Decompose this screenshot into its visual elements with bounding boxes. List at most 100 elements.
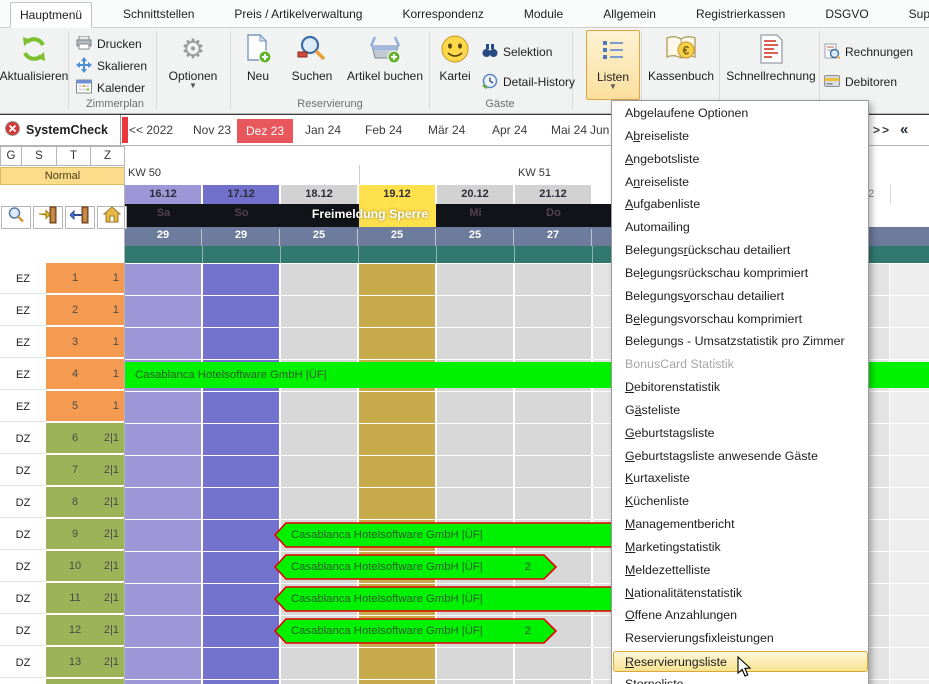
systemcheck-tab[interactable]: SystemCheck bbox=[0, 115, 121, 145]
menu-item-belegungsrückschau-komprimiert[interactable]: Belegungsrückschau komprimiert bbox=[614, 263, 866, 284]
menu-item-belegungsvorschau-komprimiert[interactable]: Belegungsvorschau komprimiert bbox=[614, 309, 866, 330]
menu-item-küchenliste[interactable]: Küchenliste bbox=[614, 491, 866, 512]
ribbon-tab-support[interactable]: Support bbox=[900, 2, 929, 26]
close-icon[interactable] bbox=[5, 121, 20, 139]
menu-item-offene-anzahlungen[interactable]: Offene Anzahlungen bbox=[614, 605, 866, 626]
rechnungen-button[interactable]: Rechnungen bbox=[824, 42, 913, 62]
month-mai-24[interactable]: Mai 24 bbox=[551, 115, 587, 145]
sidebar-column-header-g[interactable]: G bbox=[0, 146, 22, 166]
room-cell-2[interactable]: 21 bbox=[46, 295, 125, 326]
debitoren-button[interactable]: Debitoren bbox=[824, 72, 897, 92]
menu-item-aufgabenliste[interactable]: Aufgabenliste bbox=[614, 194, 866, 215]
sidebar-home-button[interactable] bbox=[97, 206, 127, 229]
selektion-button[interactable]: Selektion bbox=[482, 42, 552, 62]
month-dez-23[interactable]: Dez 23 bbox=[237, 119, 293, 143]
drucken-button[interactable]: Drucken bbox=[76, 34, 142, 54]
artikel-buchen-button[interactable]: Artikel buchen bbox=[342, 30, 428, 98]
sidebar-magnifier-button[interactable] bbox=[1, 206, 31, 229]
room-cell-7[interactable]: 72|1 bbox=[46, 455, 125, 486]
sidebar-column-header-z[interactable]: Z bbox=[91, 146, 125, 166]
date-cell-20-12[interactable]: 20.12 bbox=[437, 185, 514, 204]
menu-item-geburtstagsliste[interactable]: Geburtstagsliste bbox=[614, 423, 866, 444]
menu-item-belegungsrückschau-detailiert[interactable]: Belegungsrückschau detailiert bbox=[614, 240, 866, 261]
menu-item-gästeliste[interactable]: Gästeliste bbox=[614, 400, 866, 421]
skalieren-button[interactable]: Skalieren bbox=[76, 56, 147, 76]
room-cell-10[interactable]: 102|1 bbox=[46, 551, 125, 582]
room-cell-5[interactable]: 51 bbox=[46, 391, 125, 422]
sidebar-column-header-t[interactable]: T bbox=[57, 146, 91, 166]
room-cell-11[interactable]: 112|1 bbox=[46, 583, 125, 614]
room-cell-12[interactable]: 122|1 bbox=[46, 615, 125, 646]
ribbon-separator bbox=[819, 31, 820, 109]
room-cell-9[interactable]: 92|1 bbox=[46, 519, 125, 550]
menu-item-nationalitätenstatistik[interactable]: Nationalitätenstatistik bbox=[614, 583, 866, 604]
menu-item-anreiseliste[interactable]: Anreiseliste bbox=[614, 172, 866, 193]
menu-item-marketingstatistik[interactable]: Marketingstatistik bbox=[614, 537, 866, 558]
menu-item-debitorenstatistik[interactable]: Debitorenstatistik bbox=[614, 377, 866, 398]
months-forward-nav[interactable]: >> bbox=[873, 115, 891, 145]
sidebar-column-header-s[interactable]: S bbox=[22, 146, 57, 166]
room-cell-8[interactable]: 82|1 bbox=[46, 487, 125, 518]
room-capacity: 1 bbox=[93, 391, 119, 421]
kassenbuch-button[interactable]: € Kassenbuch bbox=[646, 30, 716, 98]
freimeldung-sperre-overlay: Freimeldung Sperre bbox=[300, 207, 440, 221]
month-apr-24[interactable]: Apr 24 bbox=[492, 115, 527, 145]
room-cell-1[interactable]: 11 bbox=[46, 263, 125, 294]
room-cell-partial[interactable] bbox=[46, 679, 125, 684]
sidebar-door-out-button[interactable] bbox=[65, 206, 95, 229]
room-number: 9 bbox=[60, 519, 90, 549]
kartei-button[interactable]: Kartei bbox=[434, 30, 476, 98]
category-normal[interactable]: Normal bbox=[0, 167, 125, 185]
reservation-bar-room-10[interactable]: Casablanca Hotelsoftware GmbH |ÜF|2 bbox=[274, 554, 557, 580]
menu-item-abreiseliste[interactable]: Abreiseliste bbox=[614, 126, 866, 147]
menu-item-abgelaufene-optionen[interactable]: Abgelaufene Optionen bbox=[614, 103, 866, 124]
date-cell-17-12[interactable]: 17.12 bbox=[203, 185, 280, 204]
month-feb-24[interactable]: Feb 24 bbox=[365, 115, 402, 145]
sidebar-door-in-button[interactable] bbox=[33, 206, 63, 229]
ribbon-tab-preis-artikelverwaltung[interactable]: Preis / Artikelverwaltung bbox=[225, 2, 371, 26]
month-mär-24[interactable]: Mär 24 bbox=[428, 115, 465, 145]
room-cell-13[interactable]: 132|1 bbox=[46, 647, 125, 678]
aktualisieren-button[interactable]: Aktualisieren bbox=[1, 30, 67, 98]
ribbon-tab-strip: Hauptmenü Schnittstellen Preis / Artikelve… bbox=[0, 0, 929, 28]
suchen-button[interactable]: Suchen bbox=[286, 30, 338, 98]
month-jan-24[interactable]: Jan 24 bbox=[305, 115, 341, 145]
collapse-icon[interactable]: « bbox=[900, 115, 908, 145]
date-cell-18-12[interactable]: 18.12 bbox=[281, 185, 358, 204]
ribbon-tab-registrierkassen[interactable]: Registrierkassen bbox=[687, 2, 794, 26]
room-cell-3[interactable]: 31 bbox=[46, 327, 125, 358]
menu-item-managementbericht[interactable]: Managementbericht bbox=[614, 514, 866, 535]
refresh-icon bbox=[19, 32, 49, 66]
ribbon-tab-module[interactable]: Module bbox=[515, 2, 572, 26]
teal-grid-line bbox=[280, 246, 281, 263]
date-cell-16-12[interactable]: 16.12 bbox=[125, 185, 202, 204]
menu-item-meldezettelliste[interactable]: Meldezettelliste bbox=[614, 560, 866, 581]
month-nov-23[interactable]: Nov 23 bbox=[193, 115, 231, 145]
listen-button[interactable]: Listen ▼ bbox=[586, 30, 640, 100]
date-cell-19-12[interactable]: 19.12 bbox=[359, 185, 436, 204]
menu-item-belegungs-umsatzstatistik-pro-zimmer[interactable]: Belegungs - Umsatzstatistik pro Zimmer bbox=[614, 331, 866, 352]
ribbon-tab-hauptmenü[interactable]: Hauptmenü bbox=[10, 2, 92, 28]
new-page-icon bbox=[244, 32, 272, 66]
optionen-button[interactable]: ⚙ Optionen ▼ bbox=[160, 30, 226, 98]
neu-button[interactable]: Neu bbox=[236, 30, 280, 98]
year-back-nav[interactable]: << 2022 bbox=[129, 115, 173, 145]
menu-item-angebotsliste[interactable]: Angebotsliste bbox=[614, 149, 866, 170]
schnellrechnung-button[interactable]: Schnellrechnung bbox=[724, 30, 818, 98]
reservation-bar-room-12[interactable]: Casablanca Hotelsoftware GmbH |ÜF|2 bbox=[274, 618, 557, 644]
menu-item-automailing[interactable]: Automailing bbox=[614, 217, 866, 238]
menu-item-kurtaxeliste[interactable]: Kurtaxeliste bbox=[614, 468, 866, 489]
menu-item-reservierungsfixleistungen[interactable]: Reservierungsfixleistungen bbox=[614, 628, 866, 649]
ribbon-tab-allgemein[interactable]: Allgemein bbox=[594, 2, 665, 26]
date-cell-21-12[interactable]: 21.12 bbox=[515, 185, 592, 204]
ribbon-tab-schnittstellen[interactable]: Schnittstellen bbox=[114, 2, 203, 26]
detail-history-button[interactable]: Detail-History bbox=[482, 72, 575, 92]
menu-item-geburtstagsliste-anwesende-gäste[interactable]: Geburtstagsliste anwesende Gäste bbox=[614, 446, 866, 467]
menu-item-belegungsvorschau-detailiert[interactable]: Belegungsvorschau detailiert bbox=[614, 286, 866, 307]
ribbon-tab-korrespondenz[interactable]: Korrespondenz bbox=[393, 2, 492, 26]
room-type-ez-4: EZ bbox=[0, 359, 46, 390]
room-cell-4[interactable]: 41 bbox=[46, 359, 125, 390]
kalender-button[interactable]: Kalender bbox=[76, 78, 145, 98]
room-cell-6[interactable]: 62|1 bbox=[46, 423, 125, 454]
ribbon-tab-dsgvo[interactable]: DSGVO bbox=[816, 2, 877, 26]
